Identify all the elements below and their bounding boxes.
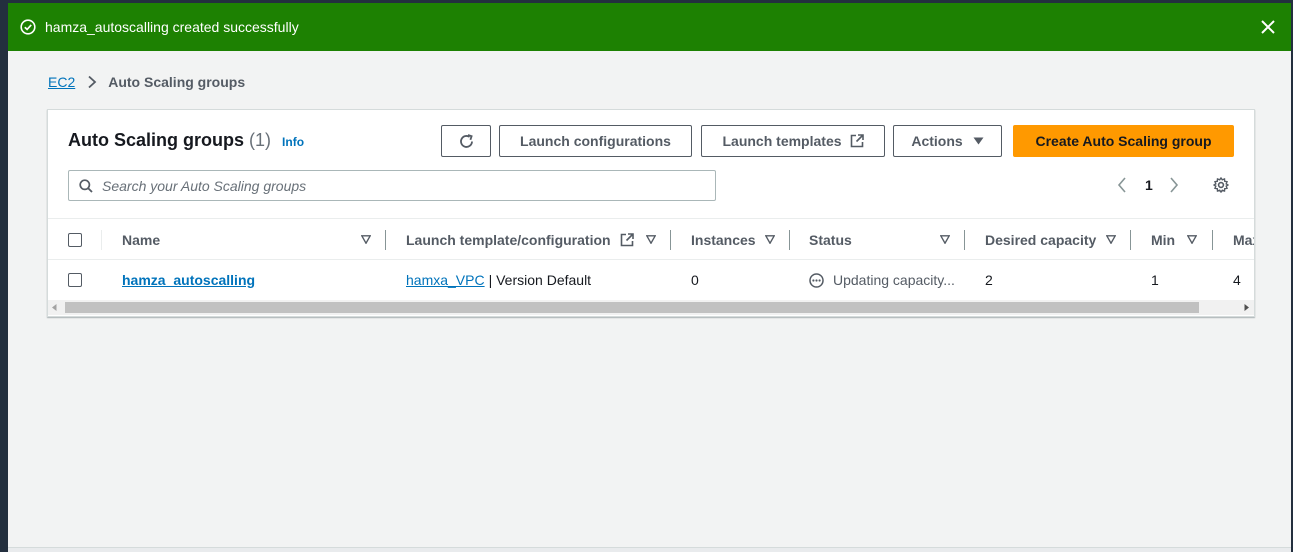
- sort-icon: [1106, 235, 1116, 244]
- search-icon: [79, 178, 93, 193]
- gear-icon[interactable]: [1213, 177, 1229, 193]
- refresh-icon: [458, 133, 475, 150]
- horizontal-scrollbar[interactable]: [48, 300, 1254, 315]
- chevron-right-icon[interactable]: [1168, 176, 1180, 194]
- page-number[interactable]: 1: [1145, 177, 1153, 193]
- launch-templates-button[interactable]: Launch templates: [701, 125, 885, 157]
- panel-title: Auto Scaling groups (1) Info: [68, 130, 304, 151]
- breadcrumb-current: Auto Scaling groups: [108, 74, 246, 90]
- column-label: Status: [809, 231, 852, 248]
- column-header-name[interactable]: Name: [101, 219, 386, 260]
- column-label: Launch template/configuration: [406, 231, 611, 248]
- flash-message: hamza_autoscalling created successfully: [45, 19, 299, 35]
- cell-instances: 0: [691, 272, 699, 288]
- chevron-right-icon: [87, 75, 97, 89]
- pagination: 1: [1116, 174, 1180, 196]
- column-header-min[interactable]: Min: [1131, 219, 1213, 260]
- external-link-icon: [620, 233, 634, 247]
- group-count: (1): [249, 130, 272, 150]
- check-circle-icon: [20, 19, 36, 35]
- search-input[interactable]: [102, 177, 682, 194]
- search-box: [68, 170, 716, 201]
- column-separator: [101, 230, 102, 250]
- status-text: Updating capacity...: [833, 272, 955, 288]
- column-label: Desired capacity: [985, 231, 1097, 248]
- column-header-desired-capacity[interactable]: Desired capacity: [965, 219, 1131, 260]
- table-header: Name Launch template/configuration Insta…: [48, 218, 1254, 260]
- pending-status-icon: [809, 272, 824, 288]
- row-checkbox[interactable]: [68, 273, 82, 287]
- launch-template-link[interactable]: hamxa_VPC: [406, 272, 485, 288]
- group-name-link[interactable]: hamza_autoscalling: [122, 272, 255, 288]
- refresh-button[interactable]: [441, 125, 491, 157]
- bottom-border: [8, 547, 1291, 552]
- left-border: [0, 3, 8, 552]
- info-link[interactable]: Info: [282, 135, 304, 149]
- sort-icon: [765, 235, 775, 244]
- scroll-right-icon[interactable]: [1244, 304, 1249, 311]
- breadcrumb-ec2-link[interactable]: EC2: [48, 74, 75, 90]
- column-header-instances[interactable]: Instances: [671, 219, 790, 260]
- column-header-status[interactable]: Status: [790, 219, 965, 260]
- cell-launch-template: hamxa_VPC | Version Default: [406, 260, 591, 300]
- cell-desired-capacity: 2: [985, 272, 993, 288]
- actions-dropdown-button[interactable]: Actions: [893, 125, 1002, 157]
- caret-down-icon: [973, 137, 984, 145]
- chevron-left-icon[interactable]: [1116, 176, 1128, 194]
- breadcrumb: EC2 Auto Scaling groups: [48, 74, 245, 90]
- launch-templates-label: Launch templates: [722, 133, 842, 149]
- column-label: Name: [122, 231, 161, 248]
- sort-icon: [940, 235, 950, 244]
- sort-icon: [361, 235, 371, 244]
- scrollbar-thumb[interactable]: [65, 302, 1199, 313]
- select-all-cell: [68, 219, 82, 260]
- launch-configurations-button[interactable]: Launch configurations: [499, 125, 692, 157]
- auto-scaling-groups-panel: Auto Scaling groups (1) Info Launch conf…: [47, 109, 1255, 317]
- cell-max: 4: [1233, 272, 1241, 288]
- launch-version: | Version Default: [488, 272, 592, 288]
- column-header-max[interactable]: Max: [1213, 219, 1254, 260]
- sort-icon: [1187, 235, 1197, 244]
- column-label: Instances: [691, 231, 756, 248]
- sort-icon: [646, 235, 656, 244]
- scroll-left-icon[interactable]: [52, 304, 57, 311]
- close-icon[interactable]: [1259, 18, 1277, 36]
- cell-status: Updating capacity...: [809, 260, 965, 300]
- column-label: Min: [1151, 231, 1176, 248]
- panel-title-text: Auto Scaling groups: [68, 130, 245, 150]
- cell-min: 1: [1151, 272, 1159, 288]
- column-header-launch-template[interactable]: Launch template/configuration: [386, 219, 671, 260]
- actions-label: Actions: [911, 133, 963, 149]
- table-row: hamza_autoscalling hamxa_VPC | Version D…: [48, 260, 1254, 300]
- column-label: Max: [1233, 231, 1254, 248]
- create-auto-scaling-group-button[interactable]: Create Auto Scaling group: [1013, 125, 1234, 157]
- cell-name: hamza_autoscalling: [122, 260, 255, 300]
- success-flash-banner: hamza_autoscalling created successfully: [8, 3, 1291, 51]
- external-link-icon: [850, 134, 864, 148]
- select-all-checkbox[interactable]: [68, 232, 82, 247]
- row-select-cell: [68, 260, 82, 300]
